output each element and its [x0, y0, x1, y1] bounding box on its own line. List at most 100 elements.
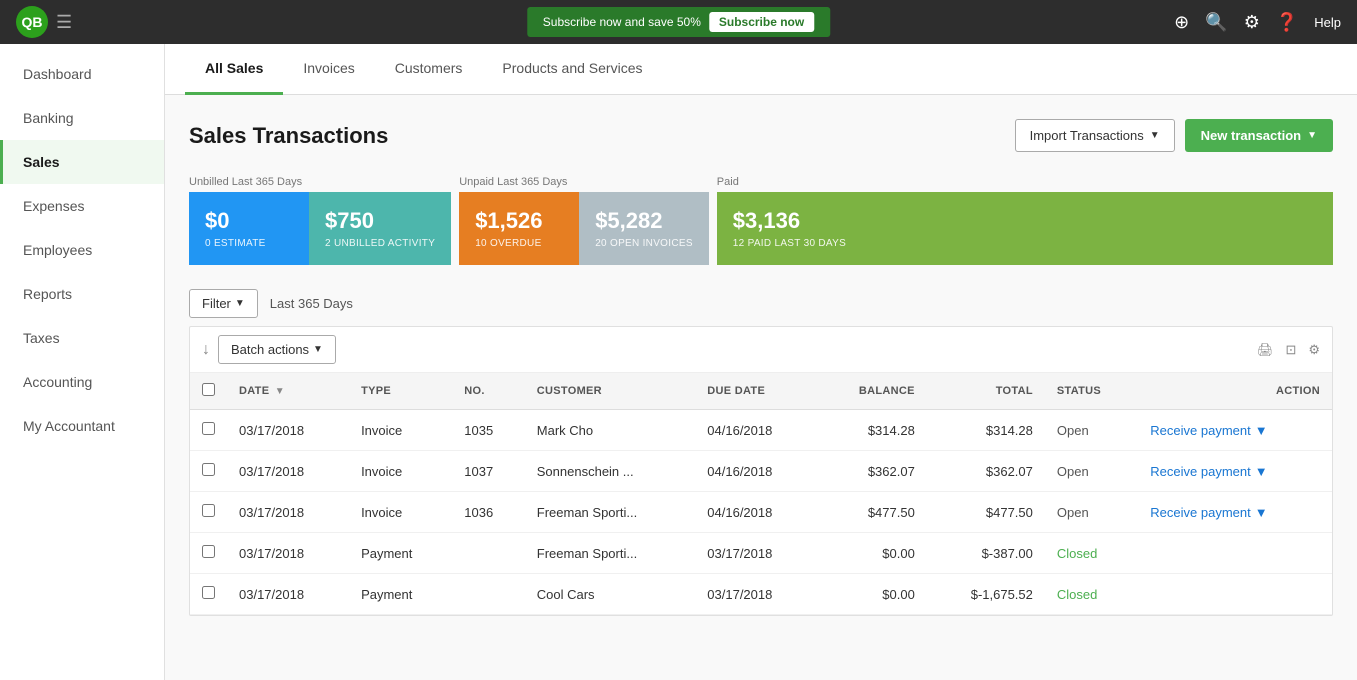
sidebar-item-reports[interactable]: Reports [0, 272, 164, 316]
main-content: All Sales Invoices Customers Products an… [165, 44, 1357, 680]
row-select-2[interactable] [202, 504, 215, 517]
row-date-2: 03/17/2018 [227, 492, 349, 533]
help-icon[interactable]: ❓ [1276, 12, 1298, 33]
row-status-1: Open [1045, 451, 1138, 492]
row-select-3[interactable] [202, 545, 215, 558]
stat-section-paid: Paid $3,136 12 PAID LAST 30 DAYS [717, 176, 1333, 265]
table-row: 03/17/2018 Invoice 1036 Freeman Sporti..… [190, 492, 1332, 533]
col-action: ACTION [1138, 373, 1332, 410]
stat-amount-overdue: $1,526 [475, 208, 563, 234]
stat-sub-unbilled: 2 UNBILLED ACTIVITY [325, 238, 435, 249]
receive-payment-button-1[interactable]: Receive payment ▼ [1150, 464, 1267, 479]
row-status-4: Closed [1045, 574, 1138, 615]
col-customer: CUSTOMER [525, 373, 696, 410]
table-icons: 🖨 ⊡ ⚙ [1257, 342, 1320, 358]
receive-payment-button-2[interactable]: Receive payment ▼ [1150, 505, 1267, 520]
unbilled-label: Unbilled Last 365 Days [189, 176, 451, 188]
sidebar-item-sales[interactable]: Sales [0, 140, 164, 184]
col-due-date: DUE DATE [695, 373, 817, 410]
select-all-checkbox[interactable] [202, 383, 215, 396]
row-select-4[interactable] [202, 586, 215, 599]
header-actions: Import Transactions ▼ New transaction ▼ [1015, 119, 1333, 152]
row-due-date-0: 04/16/2018 [695, 410, 817, 451]
row-customer-4: Cool Cars [525, 574, 696, 615]
tab-invoices[interactable]: Invoices [283, 44, 374, 95]
row-no-0: 1035 [452, 410, 525, 451]
row-checkbox-0 [190, 410, 227, 451]
tab-products-services[interactable]: Products and Services [482, 44, 662, 95]
help-label[interactable]: Help [1314, 15, 1341, 30]
row-select-0[interactable] [202, 422, 215, 435]
filter-label: Filter [202, 296, 231, 311]
sidebar-item-my-accountant[interactable]: My Accountant [0, 404, 164, 448]
row-customer-0: Mark Cho [525, 410, 696, 451]
gear-icon[interactable]: ⚙ [1244, 12, 1260, 33]
sidebar-item-taxes[interactable]: Taxes [0, 316, 164, 360]
stat-card-unbilled[interactable]: $750 2 UNBILLED ACTIVITY [309, 192, 451, 265]
select-all-header [190, 373, 227, 410]
table-toolbar: ↓ Batch actions ▼ 🖨 ⊡ ⚙ [190, 327, 1332, 373]
page-title: Sales Transactions [189, 123, 388, 149]
table-container: ↓ Batch actions ▼ 🖨 ⊡ ⚙ [189, 326, 1333, 616]
stat-card-open-invoices[interactable]: $5,282 20 OPEN INVOICES [579, 192, 709, 265]
promo-text: Subscribe now and save 50% [543, 15, 701, 29]
logo[interactable]: QB ☰ [16, 6, 72, 38]
action-dropdown-icon: ▼ [1255, 464, 1268, 479]
stat-card-estimate[interactable]: $0 0 ESTIMATE [189, 192, 309, 265]
stat-section-unbilled: Unbilled Last 365 Days $0 0 ESTIMATE $75… [189, 176, 451, 265]
tab-all-sales[interactable]: All Sales [185, 44, 283, 95]
row-select-1[interactable] [202, 463, 215, 476]
new-transaction-button[interactable]: New transaction ▼ [1185, 119, 1333, 152]
filter-button[interactable]: Filter ▼ [189, 289, 258, 318]
table-body: 03/17/2018 Invoice 1035 Mark Cho 04/16/2… [190, 410, 1332, 615]
table-header-row: DATE ▼ TYPE NO. CUSTOMER DUE DATE BALANC… [190, 373, 1332, 410]
print-icon[interactable]: 🖨 [1257, 342, 1274, 358]
row-action-3 [1138, 533, 1332, 574]
stat-sub-open: 20 OPEN INVOICES [595, 238, 693, 249]
row-type-3: Payment [349, 533, 452, 574]
topnav-right: ⊕ 🔍 ⚙ ❓ Help [1174, 12, 1341, 33]
date-range-label: Last 365 Days [270, 296, 353, 311]
row-action-4 [1138, 574, 1332, 615]
row-total-1: $362.07 [927, 451, 1045, 492]
row-total-0: $314.28 [927, 410, 1045, 451]
import-transactions-button[interactable]: Import Transactions ▼ [1015, 119, 1175, 152]
row-balance-0: $314.28 [817, 410, 926, 451]
sidebar-item-employees[interactable]: Employees [0, 228, 164, 272]
receive-payment-button-0[interactable]: Receive payment ▼ [1150, 423, 1267, 438]
sidebar-item-dashboard[interactable]: Dashboard [0, 52, 164, 96]
col-balance: BALANCE [817, 373, 926, 410]
row-type-0: Invoice [349, 410, 452, 451]
row-type-2: Invoice [349, 492, 452, 533]
batch-actions-button[interactable]: Batch actions ▼ [218, 335, 336, 364]
stat-amount-estimate: $0 [205, 208, 293, 234]
search-icon[interactable]: 🔍 [1205, 12, 1227, 33]
row-action-1: Receive payment ▼ [1138, 451, 1332, 492]
col-date[interactable]: DATE ▼ [227, 373, 349, 410]
export-icon[interactable]: ⊡ [1285, 342, 1296, 358]
paid-label: Paid [717, 176, 1333, 188]
sort-icon[interactable]: ↓ [202, 341, 210, 359]
col-type: TYPE [349, 373, 452, 410]
add-icon[interactable]: ⊕ [1174, 12, 1189, 33]
row-customer-3: Freeman Sporti... [525, 533, 696, 574]
filter-dropdown-icon: ▼ [235, 298, 245, 309]
row-type-4: Payment [349, 574, 452, 615]
sidebar-item-accounting[interactable]: Accounting [0, 360, 164, 404]
batch-dropdown-icon: ▼ [313, 344, 323, 355]
row-checkbox-2 [190, 492, 227, 533]
row-date-4: 03/17/2018 [227, 574, 349, 615]
settings-icon[interactable]: ⚙ [1308, 342, 1320, 358]
stat-card-paid[interactable]: $3,136 12 PAID LAST 30 DAYS [717, 192, 1333, 265]
subscribe-button[interactable]: Subscribe now [709, 12, 814, 32]
stat-card-overdue[interactable]: $1,526 10 OVERDUE [459, 192, 579, 265]
import-label: Import Transactions [1030, 128, 1144, 143]
filter-row: Filter ▼ Last 365 Days [189, 289, 1333, 318]
row-due-date-4: 03/17/2018 [695, 574, 817, 615]
sidebar-item-expenses[interactable]: Expenses [0, 184, 164, 228]
row-no-2: 1036 [452, 492, 525, 533]
hamburger-icon[interactable]: ☰ [56, 12, 72, 33]
stat-sub-estimate: 0 ESTIMATE [205, 238, 293, 249]
sidebar-item-banking[interactable]: Banking [0, 96, 164, 140]
tab-customers[interactable]: Customers [375, 44, 483, 95]
